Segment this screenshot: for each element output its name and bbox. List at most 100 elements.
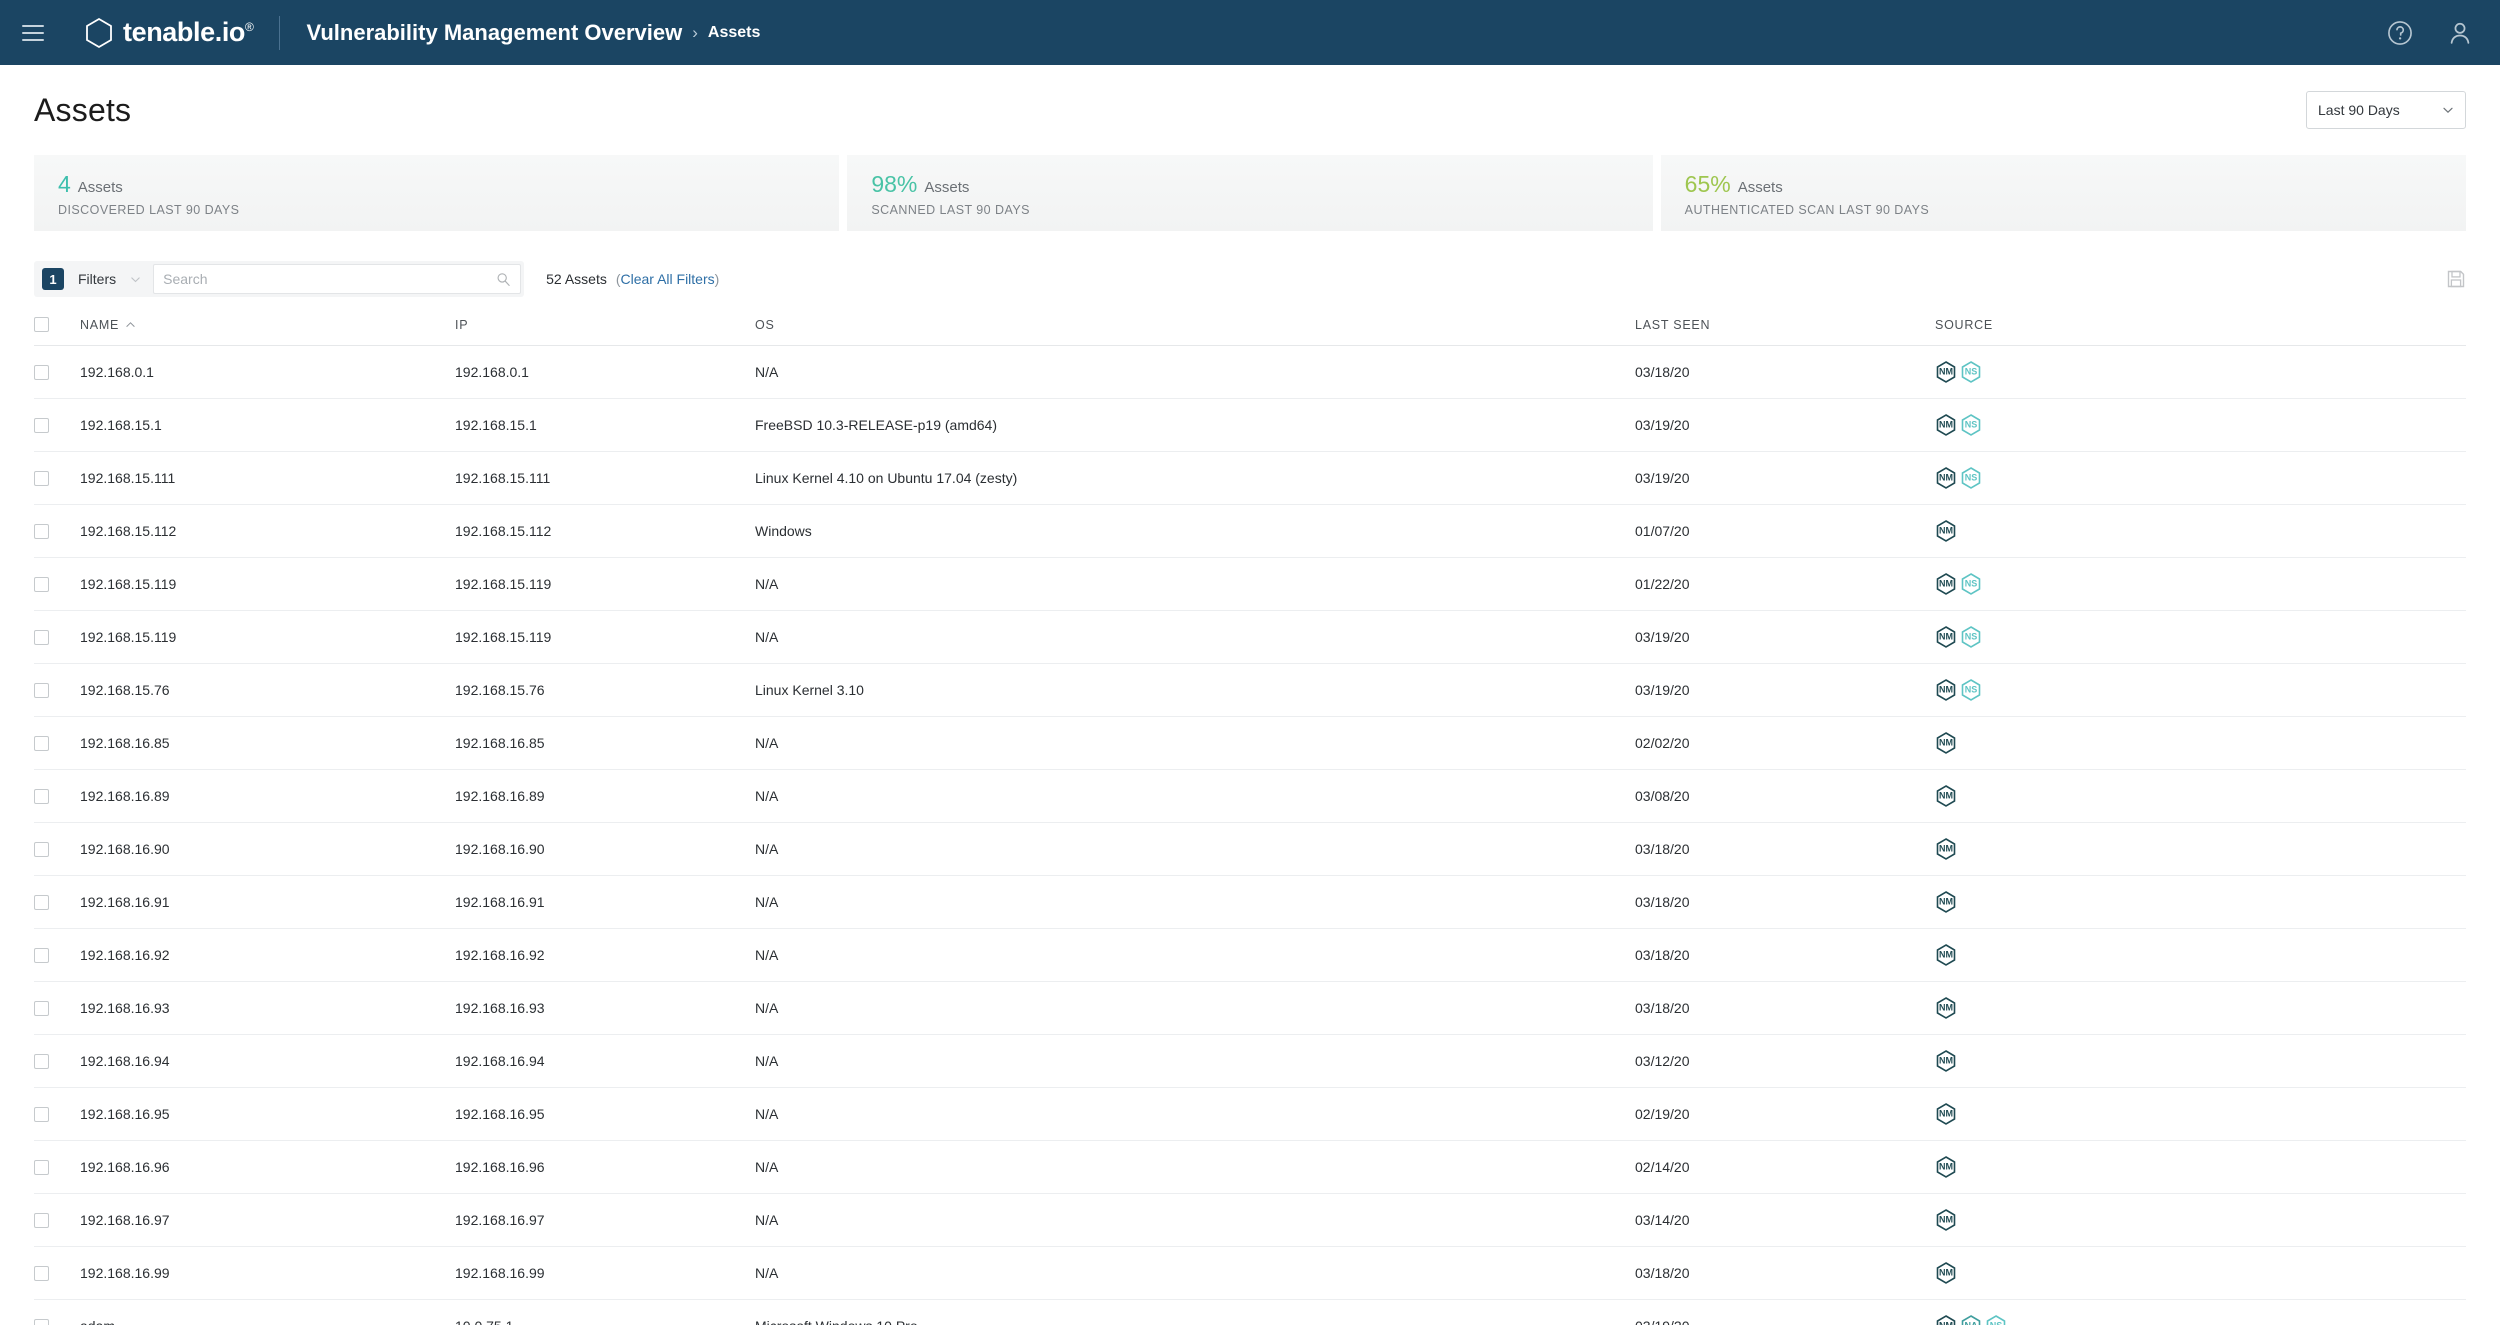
source-badge-nm-icon[interactable]: NM <box>1935 678 1957 702</box>
cell-name[interactable]: 192.168.15.112 <box>80 504 455 558</box>
table-row[interactable]: 192.168.16.96 192.168.16.96 N/A 02/14/20 NM <box>34 1140 2466 1194</box>
table-row[interactable]: 192.168.15.119 192.168.15.119 N/A 03/19/20 N… <box>34 610 2466 664</box>
cell-name[interactable]: 192.168.16.91 <box>80 875 455 929</box>
cell-name[interactable]: 192.168.16.99 <box>80 1246 455 1300</box>
row-checkbox[interactable] <box>34 1265 49 1281</box>
source-badge-nm-icon[interactable]: NM <box>1935 1261 1957 1285</box>
source-badge-ns-icon[interactable]: NS <box>1985 1314 2007 1325</box>
table-row[interactable]: 192.168.16.89 192.168.16.89 N/A 03/08/20 NM <box>34 769 2466 823</box>
row-checkbox[interactable] <box>34 894 49 910</box>
row-checkbox[interactable] <box>34 841 49 857</box>
cell-name[interactable]: 192.168.15.76 <box>80 663 455 717</box>
row-checkbox[interactable] <box>34 735 49 751</box>
source-badge-nm-icon[interactable]: NM <box>1935 890 1957 914</box>
row-checkbox[interactable] <box>34 470 49 486</box>
cell-name[interactable]: 192.168.0.1 <box>80 345 455 399</box>
cell-name[interactable]: 192.168.15.119 <box>80 610 455 664</box>
row-checkbox[interactable] <box>34 1053 49 1069</box>
row-checkbox[interactable] <box>34 1000 49 1016</box>
chevron-down-icon[interactable] <box>130 274 141 285</box>
cell-name[interactable]: 192.168.16.85 <box>80 716 455 770</box>
source-badge-nm-icon[interactable]: NM <box>1935 360 1957 384</box>
source-badge-nm-icon[interactable]: NM <box>1935 1049 1957 1073</box>
user-account-icon[interactable] <box>2446 19 2474 47</box>
column-header-source[interactable]: SOURCE <box>1935 311 2466 346</box>
source-badge-nm-icon[interactable]: NM <box>1935 413 1957 437</box>
row-checkbox[interactable] <box>34 576 49 592</box>
source-badge-nm-icon[interactable]: NM <box>1935 519 1957 543</box>
row-checkbox[interactable] <box>34 788 49 804</box>
select-all-checkbox[interactable] <box>34 317 49 332</box>
table-row[interactable]: 192.168.16.95 192.168.16.95 N/A 02/19/20 NM <box>34 1087 2466 1141</box>
cell-name[interactable]: 192.168.15.119 <box>80 557 455 611</box>
source-badge-ns-icon[interactable]: NS <box>1960 572 1982 596</box>
source-badge-nm-icon[interactable]: NM <box>1935 466 1957 490</box>
table-row[interactable]: 192.168.16.90 192.168.16.90 N/A 03/18/20 NM <box>34 822 2466 876</box>
table-row[interactable]: adam10.0.75.1Microsoft Windows 10 Pro03/… <box>34 1299 2466 1325</box>
source-badge-nm-icon[interactable]: NM <box>1935 625 1957 649</box>
row-checkbox[interactable] <box>34 417 49 433</box>
cell-name[interactable]: 192.168.16.90 <box>80 822 455 876</box>
help-circle-icon[interactable] <box>2386 19 2414 47</box>
table-row[interactable]: 192.168.16.93 192.168.16.93 N/A 03/18/20 NM <box>34 981 2466 1035</box>
source-badge-nm-icon[interactable]: NM <box>1935 1208 1957 1232</box>
table-row[interactable]: 192.168.15.111 192.168.15.111 Linux Kernel… <box>34 451 2466 505</box>
source-badge-nm-icon[interactable]: NM <box>1935 572 1957 596</box>
hamburger-menu-icon[interactable] <box>18 18 48 48</box>
cell-name[interactable]: 192.168.16.89 <box>80 769 455 823</box>
source-badge-ns-icon[interactable]: NS <box>1960 360 1982 384</box>
table-row[interactable]: 192.168.16.94 192.168.16.94 N/A 03/12/20 NM <box>34 1034 2466 1088</box>
row-checkbox[interactable] <box>34 682 49 698</box>
row-checkbox[interactable] <box>34 1318 49 1325</box>
source-badge-ns-icon[interactable]: NS <box>1960 466 1982 490</box>
table-row[interactable]: 192.168.15.119 192.168.15.119 N/A 01/22/20 N… <box>34 557 2466 611</box>
cell-name[interactable]: 192.168.16.95 <box>80 1087 455 1141</box>
search-field[interactable] <box>153 264 522 294</box>
row-checkbox[interactable] <box>34 1106 49 1122</box>
table-row[interactable]: 192.168.15.76 192.168.15.76 Linux Kernel 3… <box>34 663 2466 717</box>
source-badge-nm-icon[interactable]: NM <box>1935 996 1957 1020</box>
source-badge-nm-icon[interactable]: NM <box>1935 784 1957 808</box>
column-header-ip[interactable]: IP <box>455 311 755 346</box>
cell-name[interactable]: 192.168.16.94 <box>80 1034 455 1088</box>
cell-name[interactable]: 192.168.16.92 <box>80 928 455 982</box>
row-checkbox[interactable] <box>34 629 49 645</box>
search-input[interactable] <box>163 271 497 287</box>
source-badge-nm-icon[interactable]: NM <box>1935 731 1957 755</box>
row-checkbox[interactable] <box>34 523 49 539</box>
source-badge-nm-icon[interactable]: NM <box>1935 837 1957 861</box>
cell-name[interactable]: 192.168.16.93 <box>80 981 455 1035</box>
table-row[interactable]: 192.168.16.97 192.168.16.97 N/A 03/14/20 NM <box>34 1193 2466 1247</box>
row-checkbox[interactable] <box>34 1212 49 1228</box>
source-badge-nm-icon[interactable]: NM <box>1935 1314 1957 1325</box>
source-badge-na-icon[interactable]: NA <box>1960 1314 1982 1325</box>
clear-all-filters-link[interactable]: Clear All Filters <box>621 271 715 287</box>
source-badge-ns-icon[interactable]: NS <box>1960 413 1982 437</box>
date-range-select[interactable]: Last 90 Days <box>2306 91 2466 129</box>
cell-name[interactable]: 192.168.15.111 <box>80 451 455 505</box>
source-badge-nm-icon[interactable]: NM <box>1935 1102 1957 1126</box>
search-icon[interactable] <box>496 272 511 287</box>
source-badge-nm-icon[interactable]: NM <box>1935 1155 1957 1179</box>
cell-name[interactable]: adam <box>80 1299 455 1325</box>
column-header-os[interactable]: OS <box>755 311 1635 346</box>
row-checkbox[interactable] <box>34 947 49 963</box>
column-header-name[interactable]: NAME <box>80 311 455 346</box>
source-badge-nm-icon[interactable]: NM <box>1935 943 1957 967</box>
cell-name[interactable]: 192.168.15.1 <box>80 398 455 452</box>
column-header-last-seen[interactable]: LAST SEEN <box>1635 311 1935 346</box>
table-row[interactable]: 192.168.15.1 192.168.15.1 FreeBSD 10.3-REL… <box>34 398 2466 452</box>
table-row[interactable]: 192.168.16.92 192.168.16.92 N/A 03/18/20 NM <box>34 928 2466 982</box>
cell-name[interactable]: 192.168.16.97 <box>80 1193 455 1247</box>
table-row[interactable]: 192.168.16.99 192.168.16.99 N/A 03/18/20 NM <box>34 1246 2466 1300</box>
table-row[interactable]: 192.168.16.85 192.168.16.85 N/A 02/02/20 NM <box>34 716 2466 770</box>
cell-name[interactable]: 192.168.16.96 <box>80 1140 455 1194</box>
source-badge-ns-icon[interactable]: NS <box>1960 625 1982 649</box>
row-checkbox[interactable] <box>34 1159 49 1175</box>
filters-control[interactable]: 1 Filters <box>34 261 525 297</box>
table-row[interactable]: 192.168.15.112 192.168.15.112 Windows 01/07… <box>34 504 2466 558</box>
table-row[interactable]: 192.168.16.91 192.168.16.91 N/A 03/18/20 NM <box>34 875 2466 929</box>
table-row[interactable]: 192.168.0.1 192.168.0.1 N/A 03/18/20 NM NS <box>34 345 2466 399</box>
breadcrumb-root[interactable]: Vulnerability Management Overview <box>306 20 682 46</box>
tenable-logo[interactable]: tenable.io® <box>84 17 254 49</box>
